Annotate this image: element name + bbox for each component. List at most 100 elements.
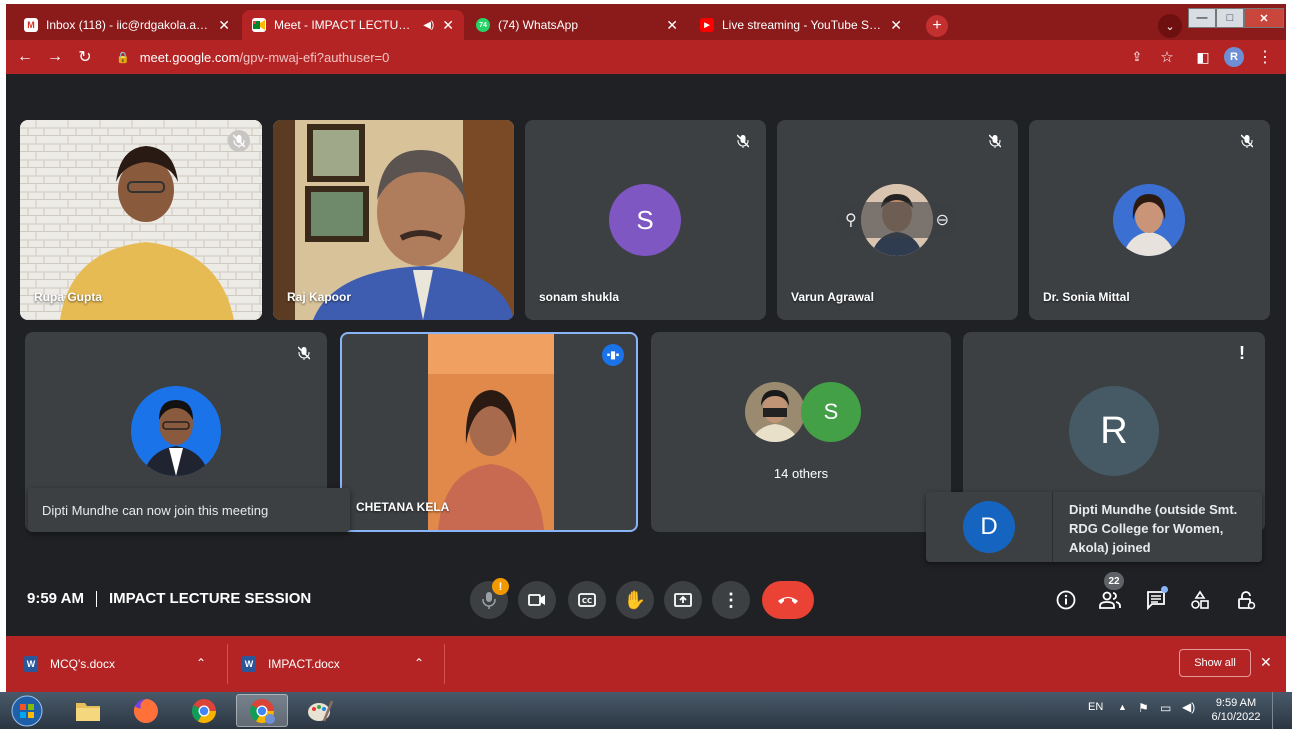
participant-name: Varun Agrawal <box>791 290 874 304</box>
show-hidden-icons-icon[interactable]: ▲ <box>1118 702 1127 712</box>
toast-text: Dipti Mundhe (outside Smt. RDG College f… <box>1052 492 1262 562</box>
side-panel-icon[interactable]: ◧ <box>1192 46 1214 68</box>
participant-name: sonam shukla <box>539 290 620 304</box>
captions-button[interactable]: CC <box>568 581 606 619</box>
avatar <box>745 382 805 442</box>
tab-gmail[interactable]: M Inbox (118) - iic@rdgakola.ac.in - ✕ <box>14 10 240 40</box>
host-controls-icon[interactable] <box>1232 586 1260 614</box>
tab-title: Meet - IMPACT LECTURE SESS <box>274 18 415 32</box>
word-doc-icon: W <box>24 656 38 672</box>
notification-dot <box>1161 586 1168 593</box>
meet-stage: Rupa Gupta Raj Kapoor S sonam shukla ⚲ ⊖… <box>6 74 1286 636</box>
chevron-up-icon[interactable]: ⌃ <box>414 656 424 670</box>
paint-icon[interactable] <box>294 694 346 727</box>
divider <box>96 591 97 607</box>
chevron-up-icon[interactable]: ⌃ <box>196 656 206 670</box>
close-icon[interactable]: ✕ <box>890 17 902 34</box>
activities-icon[interactable] <box>1186 586 1214 614</box>
avatar: S <box>609 184 681 256</box>
firefox-icon[interactable] <box>120 694 172 727</box>
show-desktop-button[interactable] <box>1272 692 1286 729</box>
others-count-label: 14 others <box>773 466 829 481</box>
present-button[interactable] <box>664 581 702 619</box>
mic-off-icon <box>293 342 315 364</box>
others-tile[interactable]: S 14 others <box>651 332 951 532</box>
svg-text:CC: CC <box>582 597 592 605</box>
word-doc-icon: W <box>242 656 256 672</box>
download-filename: IMPACT.docx <box>268 657 340 671</box>
people-icon[interactable]: 22 <box>1096 572 1124 614</box>
url-path: /gpv-mwaj-efi?authuser=0 <box>239 49 390 65</box>
tab-title: Live streaming - YouTube Studio <box>722 18 883 32</box>
chrome-icon[interactable] <box>178 694 230 727</box>
tab-search-button[interactable]: ⌄ <box>1158 14 1182 38</box>
chat-icon[interactable] <box>1142 586 1170 614</box>
tab-meet[interactable]: Meet - IMPACT LECTURE SESS ◀) ✕ <box>242 10 464 40</box>
participant-name: Raj Kapoor <box>287 290 352 304</box>
maximize-button[interactable]: □ <box>1216 8 1244 28</box>
participant-tile[interactable]: Raj Kapoor <box>273 120 514 320</box>
taskbar: EN ▲ ⚑ ▭ ◀) 9:59 AM 6/10/2022 <box>0 692 1292 729</box>
meet-icon <box>252 18 266 32</box>
leave-call-button[interactable] <box>762 581 814 619</box>
chrome-profile-taskbar-icon[interactable] <box>236 694 288 727</box>
gmail-icon: M <box>24 18 38 32</box>
participant-tile-active-speaker[interactable]: ▪▮▪ CHETANA KELA <box>340 332 638 532</box>
alert-icon: ! <box>1239 342 1245 363</box>
close-shelf-icon[interactable]: ✕ <box>1260 654 1272 671</box>
participant-tile[interactable]: ⚲ ⊖ Varun Agrawal <box>777 120 1018 320</box>
forward-icon[interactable]: → <box>44 46 66 68</box>
pin-icon[interactable]: ⚲ <box>845 210 857 230</box>
download-filename: MCQ's.docx <box>50 657 115 671</box>
mic-off-icon <box>228 130 250 152</box>
back-icon[interactable]: ← <box>14 46 36 68</box>
toast-can-join: Dipti Mundhe can now join this meeting <box>28 488 350 532</box>
tab-title: (74) WhatsApp <box>498 18 579 32</box>
window-close-button[interactable]: ✕ <box>1244 8 1284 28</box>
close-icon[interactable]: ✕ <box>442 17 454 34</box>
taskbar-clock[interactable]: 9:59 AM 6/10/2022 <box>1208 696 1264 724</box>
toast-avatar-area: D <box>926 492 1052 562</box>
volume-icon[interactable]: ◀) <box>1182 700 1195 714</box>
divider <box>444 644 445 684</box>
participant-tile[interactable]: Rupa Gupta <box>20 120 262 320</box>
tab-whatsapp[interactable]: 74 (74) WhatsApp ✕ <box>466 10 688 40</box>
tab-youtube[interactable]: ▶ Live streaming - YouTube Studio ✕ <box>690 10 912 40</box>
whatsapp-icon: 74 <box>476 18 490 32</box>
reload-icon[interactable]: ↻ <box>74 46 96 68</box>
participant-tile[interactable]: Dr. Sonia Mittal <box>1029 120 1270 320</box>
participant-name: Dr. Sonia Mittal <box>1043 290 1130 304</box>
profile-avatar[interactable]: R <box>1224 47 1244 67</box>
share-icon[interactable]: ⇪ <box>1126 46 1148 68</box>
show-all-button[interactable]: Show all <box>1179 649 1251 677</box>
avatar: R <box>1069 386 1159 476</box>
close-icon[interactable]: ✕ <box>218 17 230 34</box>
minimize-button[interactable]: — <box>1188 8 1216 28</box>
meeting-details-icon[interactable] <box>1052 586 1080 614</box>
avatar <box>1113 184 1185 256</box>
close-icon[interactable]: ✕ <box>666 17 678 34</box>
mic-button[interactable]: ! <box>470 578 509 619</box>
new-tab-button[interactable]: + <box>926 15 948 37</box>
download-item[interactable]: W MCQ's.docx <box>24 650 115 678</box>
participant-tile[interactable]: S sonam shukla <box>525 120 766 320</box>
menu-icon[interactable]: ⋮ <box>1254 46 1276 68</box>
youtube-icon: ▶ <box>700 18 714 32</box>
action-center-flag-icon[interactable]: ⚑ <box>1138 701 1149 715</box>
network-icon[interactable]: ▭ <box>1160 701 1171 715</box>
raise-hand-button[interactable]: ✋ <box>616 581 654 619</box>
remove-icon[interactable]: ⊖ <box>936 210 949 230</box>
tile-hover-controls: ⚲ ⊖ <box>837 202 957 238</box>
bookmark-star-icon[interactable]: ☆ <box>1156 46 1178 68</box>
download-item[interactable]: W IMPACT.docx <box>242 650 340 678</box>
participant-name: CHETANA KELA <box>356 500 450 514</box>
speaker-icon[interactable]: ◀) <box>423 20 434 31</box>
more-options-button[interactable]: ⋮ <box>712 581 750 619</box>
file-explorer-icon[interactable] <box>62 694 114 727</box>
address-bar[interactable]: 🔒 meet.google.com/gpv-mwaj-efi?authuser=… <box>116 45 1166 69</box>
speaking-indicator-icon: ▪▮▪ <box>602 344 624 366</box>
start-button[interactable] <box>4 694 50 727</box>
screen: M Inbox (118) - iic@rdgakola.ac.in - ✕ M… <box>0 0 1292 729</box>
language-indicator[interactable]: EN <box>1088 701 1103 713</box>
camera-button[interactable] <box>518 581 556 619</box>
